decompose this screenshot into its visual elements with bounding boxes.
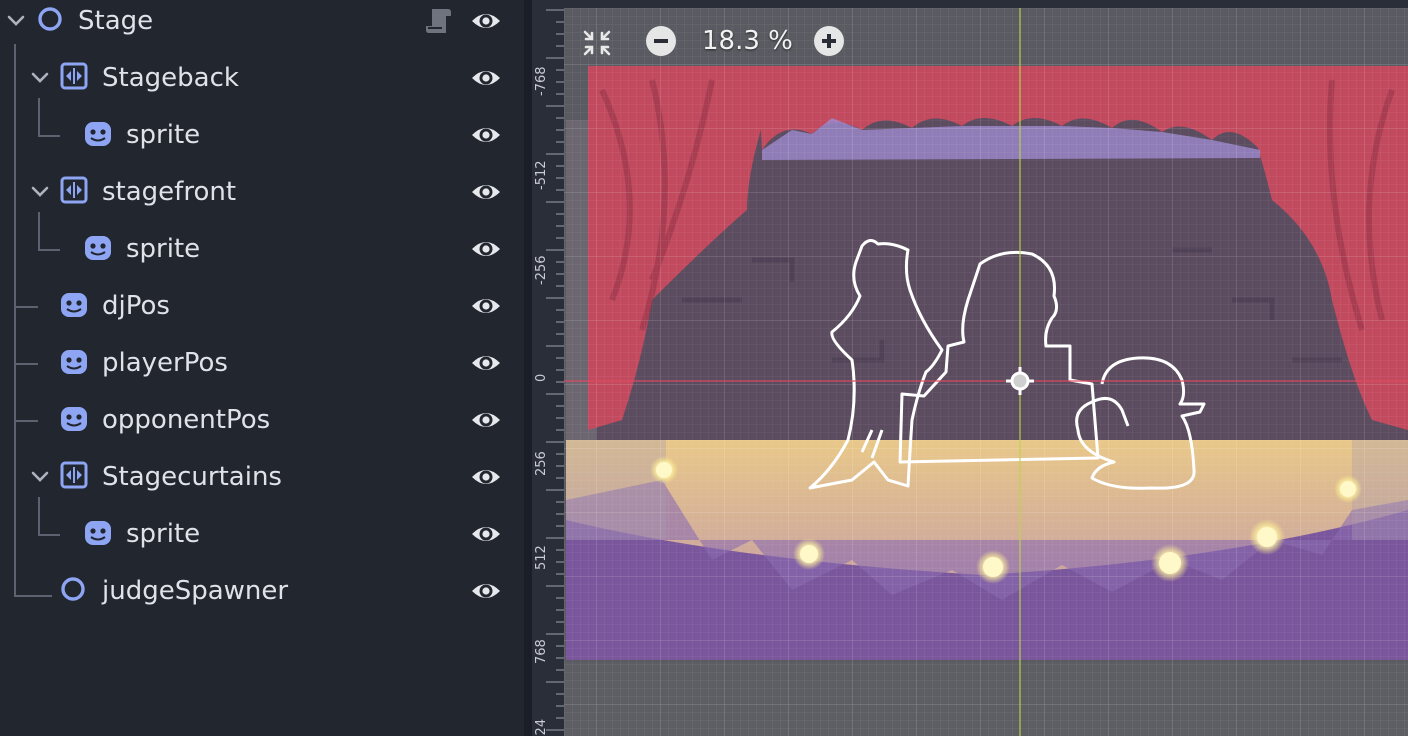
- chevron-down-icon[interactable]: [30, 470, 50, 484]
- ruler-label: 256: [534, 451, 549, 476]
- tree-guide-line: [14, 595, 52, 597]
- chevron-down-icon[interactable]: [30, 185, 50, 199]
- center-view-icon[interactable]: [580, 26, 614, 58]
- sprite-icon: [84, 518, 112, 550]
- node-circle-icon: [37, 6, 63, 36]
- ruler-label: 768: [534, 639, 549, 664]
- ruler-label: -256: [534, 255, 549, 285]
- tree-guide-line: [38, 249, 60, 251]
- panel-splitter[interactable]: [524, 0, 532, 736]
- zoom-out-button[interactable]: [646, 26, 676, 56]
- canvas-viewport[interactable]: -768 -512 -256 0 256 512 768 1024 18.3 %: [532, 0, 1408, 736]
- node-label: judgeSpawner: [102, 576, 289, 606]
- visibility-eye-icon[interactable]: [470, 465, 502, 489]
- ruler-label: 1024: [534, 718, 549, 736]
- tree-guide-line: [38, 98, 40, 136]
- node-label: stagefront: [102, 177, 237, 207]
- tree-guide-line: [14, 44, 16, 596]
- sprite-icon: [60, 347, 88, 379]
- scene-tree-item-opponentpos[interactable]: opponentPos: [0, 398, 524, 442]
- parallax-layer-icon: [60, 176, 88, 208]
- tree-guide-line: [38, 135, 60, 137]
- scene-tree-item-judgespawner[interactable]: judgeSpawner: [0, 569, 524, 613]
- ruler-label: -768: [534, 66, 549, 96]
- scene-tree-item-stagefront[interactable]: stagefront: [0, 170, 524, 214]
- tree-guide-line: [38, 497, 40, 535]
- tree-guide-line: [14, 306, 38, 308]
- node-label: playerPos: [102, 348, 228, 378]
- visibility-eye-icon[interactable]: [470, 294, 502, 318]
- plus-icon: [822, 34, 836, 48]
- scene-tree-item-stagecurtains[interactable]: Stagecurtains: [0, 455, 524, 499]
- node-label: sprite: [126, 120, 201, 150]
- scene-tree-item-stage[interactable]: Stage: [0, 0, 524, 43]
- sprite-icon: [84, 119, 112, 151]
- node-label: Stagecurtains: [102, 462, 282, 492]
- visibility-eye-icon[interactable]: [470, 180, 502, 204]
- ruler-label: -512: [534, 160, 549, 190]
- node-circle-icon: [60, 576, 86, 606]
- node-label: Stageback: [102, 63, 239, 93]
- scene-tree-item-sprite[interactable]: sprite: [0, 227, 524, 271]
- tree-guide-line: [38, 534, 60, 536]
- minus-icon: [654, 39, 668, 43]
- zoom-in-button[interactable]: [814, 26, 844, 56]
- scene-tree-item-stageback[interactable]: Stageback: [0, 56, 524, 100]
- vertical-ruler[interactable]: -768 -512 -256 0 256 512 768 1024: [532, 0, 564, 736]
- visibility-eye-icon[interactable]: [470, 522, 502, 546]
- node-label: djPos: [102, 291, 170, 321]
- visibility-eye-icon[interactable]: [470, 408, 502, 432]
- parallax-layer-icon: [60, 461, 88, 493]
- scene-tree-item-playerpos[interactable]: playerPos: [0, 341, 524, 385]
- vertical-ruler-ticks: [546, 9, 564, 731]
- tree-guide-line: [14, 420, 38, 422]
- tree-guide-line: [14, 363, 38, 365]
- sprite-icon: [60, 290, 88, 322]
- visibility-eye-icon[interactable]: [470, 9, 502, 33]
- zoom-level-label[interactable]: 18.3 %: [702, 26, 793, 56]
- visibility-eye-icon[interactable]: [470, 123, 502, 147]
- tree-guide-line: [38, 212, 40, 250]
- sprite-icon: [60, 404, 88, 436]
- scene-tree-item-sprite[interactable]: sprite: [0, 113, 524, 157]
- script-icon[interactable]: [424, 6, 452, 36]
- stage-scene-canvas: [532, 0, 1408, 736]
- horizontal-ruler[interactable]: [532, 0, 1408, 8]
- chevron-down-icon[interactable]: [30, 71, 50, 85]
- visibility-eye-icon[interactable]: [470, 579, 502, 603]
- parallax-layer-icon: [60, 62, 88, 94]
- ruler-label: 512: [534, 545, 549, 570]
- scene-tree-item-djpos[interactable]: djPos: [0, 284, 524, 328]
- scene-tree-panel: Stage Stageback sprite stagefront sprite djPo…: [0, 0, 524, 736]
- scene-tree-item-sprite[interactable]: sprite: [0, 512, 524, 556]
- visibility-eye-icon[interactable]: [470, 237, 502, 261]
- ruler-label: 0: [534, 373, 549, 382]
- node-label: Stage: [78, 6, 154, 36]
- node-label: opponentPos: [102, 405, 271, 435]
- sprite-icon: [84, 233, 112, 265]
- node-label: sprite: [126, 234, 201, 264]
- visibility-eye-icon[interactable]: [470, 351, 502, 375]
- visibility-eye-icon[interactable]: [470, 66, 502, 90]
- node-label: sprite: [126, 519, 201, 549]
- zoom-toolbar: 18.3 %: [580, 24, 880, 60]
- chevron-down-icon[interactable]: [6, 14, 26, 28]
